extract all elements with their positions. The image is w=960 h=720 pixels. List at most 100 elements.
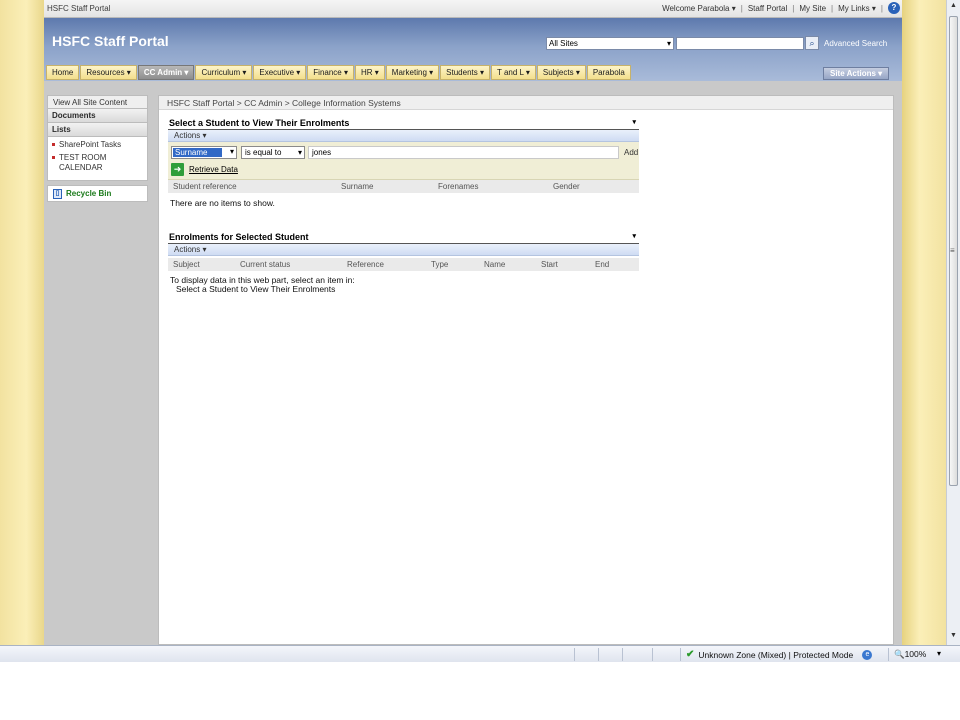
column-name[interactable]: Name xyxy=(484,258,541,271)
global-topbar: HSFC Staff Portal Welcome Parabola ▾ | S… xyxy=(44,0,902,18)
tab-parabola[interactable]: Parabola xyxy=(586,65,631,80)
add-filter-link[interactable]: Add xyxy=(624,148,638,157)
check-icon: ✔ xyxy=(686,649,695,660)
security-zone[interactable]: ✔ Unknown Zone (Mixed) | Protected Mode … xyxy=(686,649,873,660)
column-type[interactable]: Type xyxy=(431,258,484,271)
tab-students[interactable]: Students ▾ xyxy=(440,65,490,80)
search-icon[interactable]: ⌕ xyxy=(805,36,819,50)
tab-subjects[interactable]: Subjects ▾ xyxy=(536,65,586,80)
arrow-right-icon: ➜ xyxy=(171,163,184,176)
breadcrumb[interactable]: HSFC Staff Portal > CC Admin > College I… xyxy=(159,96,893,110)
filter-value-input[interactable]: jones xyxy=(308,146,619,159)
column-reference[interactable]: Reference xyxy=(347,258,431,271)
staff-portal-link[interactable]: Staff Portal xyxy=(748,4,787,13)
tab-marketing[interactable]: Marketing ▾ xyxy=(385,65,440,80)
info-line-source: Select a Student to View Their Enrolment… xyxy=(176,284,336,294)
tab-curriculum[interactable]: Curriculum ▾ xyxy=(195,65,253,80)
column-start[interactable]: Start xyxy=(541,258,595,271)
filter-field-value: Surname xyxy=(173,148,222,157)
site-header: HSFC Staff Portal All Sites ▾ ⌕ Advanced… xyxy=(44,18,902,81)
lists-items: SharePoint Tasks TEST ROOM CALENDAR xyxy=(47,137,148,181)
column-subject[interactable]: Subject xyxy=(168,258,240,271)
status-bar: ✔ Unknown Zone (Mixed) | Protected Mode … xyxy=(0,645,960,662)
webpart-menu-icon[interactable]: ▾ xyxy=(632,230,636,244)
filter-row: Surname ▾ is equal to ▾ jones Add xyxy=(171,146,638,160)
search-scope-select[interactable]: All Sites ▾ xyxy=(546,37,674,50)
column-end[interactable]: End xyxy=(595,258,609,271)
student-selector-webpart: Select a Student to View Their Enrolment… xyxy=(168,116,639,208)
welcome-menu[interactable]: Welcome Parabola ▾ xyxy=(662,4,736,13)
filter-operator-value: is equal to xyxy=(245,148,282,157)
webpart-menu-icon[interactable]: ▾ xyxy=(632,116,636,130)
vertical-scrollbar[interactable]: ▲ ≡ ▼ xyxy=(946,0,960,645)
tab-cc-admin[interactable]: CC Admin ▾ xyxy=(137,65,195,80)
topbar-links: Welcome Parabola ▾ | Staff Portal | My S… xyxy=(662,2,900,14)
status-divider xyxy=(680,648,681,661)
tab-home[interactable]: Home xyxy=(46,65,80,80)
help-icon[interactable]: ? xyxy=(888,2,900,14)
tab-t-and-l[interactable]: T and L ▾ xyxy=(490,65,536,80)
retrieve-data-button[interactable]: ➜ Retrieve Data xyxy=(171,163,637,176)
page-background-left xyxy=(0,0,44,645)
tab-resources[interactable]: Resources ▾ xyxy=(80,65,137,80)
my-site-link[interactable]: My Site xyxy=(799,4,826,13)
column-surname[interactable]: Surname xyxy=(341,180,438,193)
zone-label: Unknown Zone (Mixed) | Protected Mode xyxy=(698,649,854,660)
filter-operator-select[interactable]: is equal to ▾ xyxy=(241,146,305,159)
advanced-search-link[interactable]: Advanced Search xyxy=(824,39,887,48)
chevron-down-icon: ▾ xyxy=(731,3,736,13)
chevron-down-icon[interactable]: ▾ xyxy=(937,649,941,658)
my-links-menu[interactable]: My Links ▾ xyxy=(838,4,876,13)
filter-area: Surname ▾ is equal to ▾ jones Add ➜ Retr… xyxy=(168,142,639,180)
zoom-level[interactable]: 🔍100% xyxy=(894,649,926,660)
separator: | xyxy=(880,3,883,13)
page-title[interactable]: HSFC Staff Portal xyxy=(52,33,169,49)
quick-launch-lists[interactable]: Lists xyxy=(47,123,148,137)
bullet-icon xyxy=(52,156,55,159)
column-gender[interactable]: Gender xyxy=(553,180,580,193)
webpart-title-text: Select a Student to View Their Enrolment… xyxy=(169,118,350,128)
column-student-reference[interactable]: Student reference xyxy=(168,180,341,193)
recycle-bin-icon: ▯ xyxy=(53,188,62,199)
status-divider xyxy=(622,648,623,661)
search-input[interactable] xyxy=(676,37,804,50)
view-all-site-content-link[interactable]: View All Site Content xyxy=(47,95,148,109)
search-scope-value: All Sites xyxy=(549,39,578,48)
chevron-down-icon: ▾ xyxy=(297,148,302,157)
list-item[interactable]: TEST ROOM CALENDAR xyxy=(52,153,147,173)
quick-launch-documents[interactable]: Documents xyxy=(47,109,148,123)
column-header-row: Subject Current status Reference Type Na… xyxy=(168,258,639,271)
actions-menu[interactable]: Actions ▾ xyxy=(168,130,639,142)
my-links-label: My Links xyxy=(838,3,870,13)
scroll-down-icon[interactable]: ▼ xyxy=(949,632,958,642)
actions-menu[interactable]: Actions ▾ xyxy=(168,244,639,256)
chevron-down-icon: ▾ xyxy=(666,39,671,48)
status-divider xyxy=(598,648,599,661)
status-divider xyxy=(888,648,889,661)
list-item-label: TEST ROOM CALENDAR xyxy=(59,153,107,172)
browser-window: ▲ ≡ ▼ HSFC Staff Portal Welcome Parabola… xyxy=(0,0,960,720)
column-forenames[interactable]: Forenames xyxy=(438,180,553,193)
globe-icon: e xyxy=(862,649,873,660)
scroll-up-icon[interactable]: ▲ xyxy=(949,2,958,12)
connection-info-message: To display data in this web part, select… xyxy=(168,276,639,294)
filter-field-select[interactable]: Surname ▾ xyxy=(171,146,237,159)
welcome-label: Welcome Parabola xyxy=(662,3,730,13)
webpart-title-text: Enrolments for Selected Student xyxy=(169,232,309,242)
list-item-label: SharePoint Tasks xyxy=(59,140,122,149)
status-divider xyxy=(574,648,575,661)
scroll-grip-icon: ≡ xyxy=(950,246,955,255)
site-actions-button[interactable]: Site Actions ▾ xyxy=(823,67,890,80)
bullet-icon xyxy=(52,143,55,146)
topbar-site-name[interactable]: HSFC Staff Portal xyxy=(47,4,110,13)
list-item[interactable]: SharePoint Tasks xyxy=(52,140,147,150)
column-current-status[interactable]: Current status xyxy=(240,258,347,271)
tab-hr[interactable]: HR ▾ xyxy=(354,65,385,80)
separator: | xyxy=(740,3,743,13)
quick-launch: View All Site Content Documents Lists Sh… xyxy=(47,95,148,202)
tab-finance[interactable]: Finance ▾ xyxy=(307,65,354,80)
recycle-bin-link[interactable]: ▯ Recycle Bin xyxy=(47,185,148,202)
tab-executive[interactable]: Executive ▾ xyxy=(253,65,307,80)
top-navigation: Home Resources ▾ CC Admin ▾ Curriculum ▾… xyxy=(46,65,632,80)
webpart-title: Enrolments for Selected Student ▾ xyxy=(168,230,639,244)
